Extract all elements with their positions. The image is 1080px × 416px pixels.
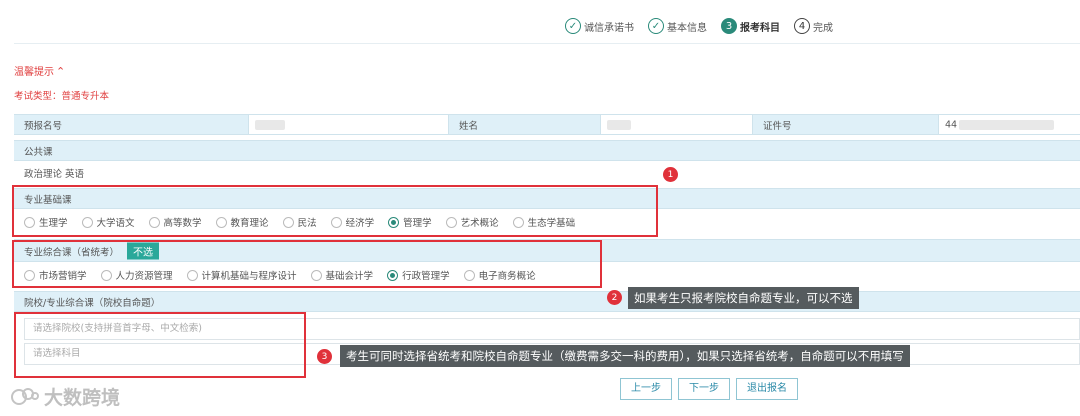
step-honesty-pledge: ✓ 诚信承诺书 (565, 18, 634, 34)
check-icon: ✓ (565, 18, 581, 34)
exit-button[interactable]: 退出报名 (736, 378, 798, 400)
step-number: 4 (794, 18, 810, 34)
highlight-box-basic (12, 185, 658, 237)
next-button[interactable]: 下一步 (678, 378, 730, 400)
watermark: 大数跨境 (10, 383, 120, 410)
redacted-value (255, 120, 285, 130)
annotation-number: 3 (317, 349, 332, 364)
check-icon: ✓ (648, 18, 664, 34)
annotation-number: 2 (607, 290, 622, 305)
public-course-header: 公共课 (14, 140, 1080, 161)
progress-steps: ✓ 诚信承诺书 ✓ 基本信息 3 报考科目 4 完成 (565, 18, 833, 34)
highlight-box-school (14, 312, 306, 378)
prereg-label: 预报名号 (24, 120, 63, 132)
redacted-value (607, 120, 631, 130)
divider (14, 43, 1080, 44)
step-number: 3 (721, 18, 737, 34)
step-basic-info: ✓ 基本信息 (648, 18, 707, 34)
callout-note: 考生可同时选择省统考和院校自命题专业（缴费需多交一科的费用），如果只选择省统考，… (340, 345, 910, 367)
name-label: 姓名 (459, 120, 479, 132)
chevron-up-icon: ⌃ (56, 65, 66, 78)
public-course-subjects: 政治理论 英语 (14, 162, 1080, 183)
logo-icon (11, 387, 39, 405)
prev-button[interactable]: 上一步 (620, 378, 672, 400)
page-root: ✓ 诚信承诺书 ✓ 基本信息 3 报考科目 4 完成 温馨提示 ⌃ 考试类型：普通… (0, 0, 1080, 416)
idcard-value: 44 (938, 115, 1080, 134)
callout-note: 如果考生只报考院校自命题专业，可以不选 (628, 287, 859, 309)
identity-row: 预报名号 姓名 证件号 44 (14, 114, 1080, 135)
idcard-label: 证件号 (763, 120, 792, 132)
form-actions: 上一步 下一步 退出报名 (620, 378, 798, 400)
step-subjects: 3 报考科目 (721, 18, 780, 34)
redacted-value (959, 120, 1054, 130)
name-value (600, 115, 752, 134)
step-complete: 4 完成 (794, 18, 833, 34)
prereg-value (248, 115, 448, 134)
school-course-header: 院校/专业综合课（院校自命题） (14, 291, 1080, 312)
highlight-box-comprehensive (12, 240, 602, 288)
tips-toggle[interactable]: 温馨提示 ⌃ (14, 63, 65, 78)
exam-type: 考试类型：普通专升本 (14, 91, 110, 102)
annotation-number: 1 (663, 167, 678, 182)
